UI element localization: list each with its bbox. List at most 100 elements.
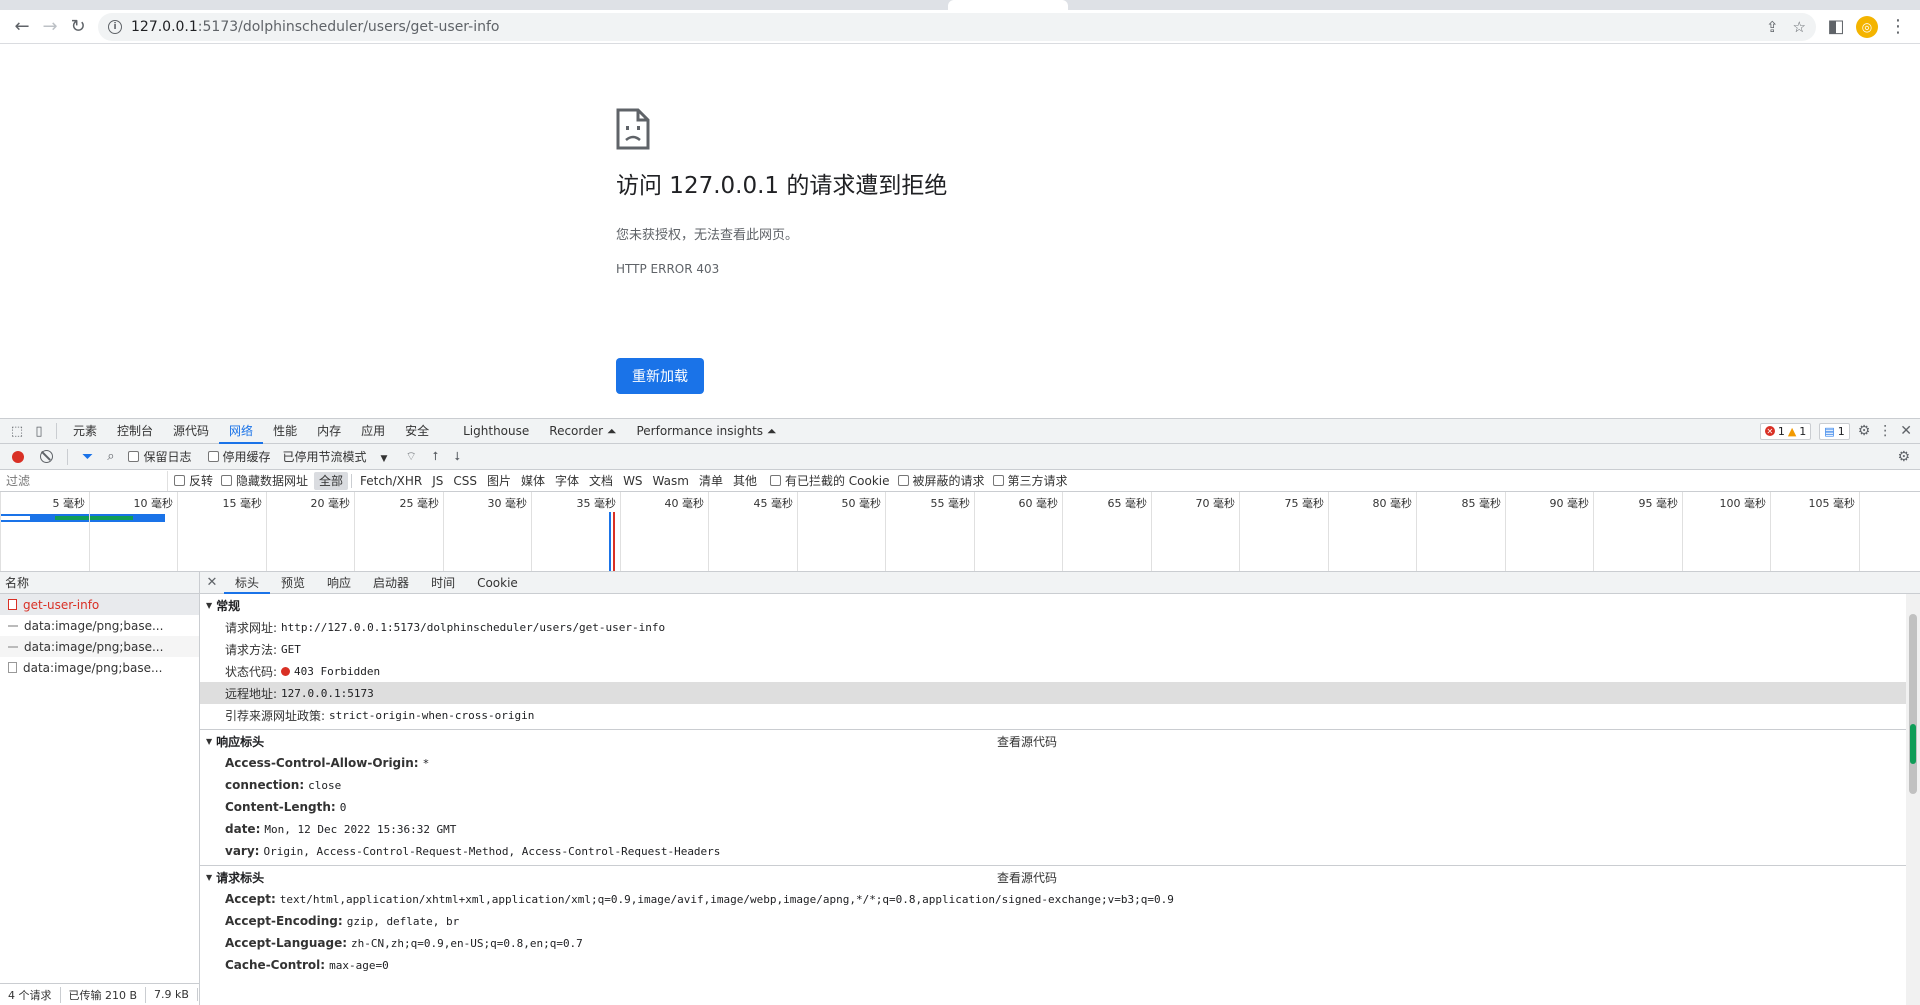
header-value: text/html,application/xhtml+xml,applicat…	[279, 892, 1174, 906]
error-code: HTTP ERROR 403	[616, 262, 720, 276]
record-icon[interactable]	[12, 450, 24, 463]
detail-tab[interactable]: 标头	[224, 572, 271, 594]
profile-avatar-icon[interactable]: ◎	[1856, 15, 1878, 38]
header-name: Accept:	[225, 892, 276, 906]
search-icon[interactable]: ⌕	[107, 449, 114, 464]
address-bar[interactable]: i 127.0.0.1:5173/dolphinscheduler/users/…	[98, 12, 1816, 41]
type-filter-button[interactable]: 清单	[694, 472, 728, 490]
reload-button[interactable]: 重新加载	[616, 358, 704, 394]
devtools-tab[interactable]: 控制台	[107, 419, 163, 444]
document-icon	[8, 599, 17, 610]
type-filter-button[interactable]: CSS	[448, 472, 482, 490]
devtools-menu-icon[interactable]: ⋮	[1878, 423, 1892, 439]
timeline-gridline	[1239, 492, 1240, 571]
type-filter-button[interactable]: Fetch/XHR	[355, 472, 427, 490]
type-filter-button[interactable]: 全部	[314, 471, 349, 490]
detail-tab[interactable]: Cookie	[466, 572, 529, 594]
active-tab[interactable]	[948, 0, 1068, 10]
devtools-tab[interactable]: Performance insights ⏶	[626, 419, 786, 444]
reload-icon[interactable]: ↻	[64, 13, 92, 41]
request-headers-section-header[interactable]: ▼ 请求标头 查看源代码	[200, 866, 1920, 888]
triangle-down-icon: ▼	[206, 600, 213, 610]
response-headers-section-header[interactable]: ▼ 响应标头 查看源代码	[200, 730, 1920, 752]
type-filter-button[interactable]: WS	[618, 472, 647, 490]
scrollbar-thumb[interactable]	[1909, 614, 1917, 794]
back-icon[interactable]: ←	[8, 13, 36, 41]
menu-kebab-icon[interactable]: ⋮	[1884, 13, 1912, 41]
network-timeline-overview[interactable]: 5 毫秒 10 毫秒 15 毫秒 20 毫秒 25 毫秒 30 毫秒 35 毫秒 40 毫秒 4…	[0, 492, 1920, 572]
type-filter-button[interactable]: JS	[427, 472, 448, 490]
issues-badge[interactable]: ✕ 1 ▲ 1	[1759, 422, 1812, 440]
triangle-down-icon: ▼	[206, 872, 213, 882]
share-icon[interactable]: ⇪	[1766, 18, 1779, 36]
request-row[interactable]: data:image/png;base...	[0, 615, 199, 636]
filter-input[interactable]	[0, 470, 168, 491]
inspect-element-icon[interactable]: ⬚	[6, 420, 28, 442]
type-filter-button[interactable]: 媒体	[516, 472, 550, 490]
devtools-tab[interactable]: 性能	[263, 419, 307, 444]
timeline-tick-label: 50 毫秒	[841, 497, 882, 510]
devtools-tab[interactable]: 网络	[219, 419, 264, 444]
type-filter-button[interactable]: 图片	[482, 472, 516, 490]
view-source-link[interactable]: 查看源代码	[997, 733, 1057, 750]
detail-tabbar: ✕ 标头 预览 响应 启动器 时间 Cookie	[200, 572, 1920, 594]
type-filter-button[interactable]: Wasm	[648, 472, 694, 490]
detail-tab[interactable]: 响应	[316, 572, 362, 594]
scroll-marker	[1910, 724, 1916, 764]
invert-checkbox[interactable]: 反转	[174, 472, 213, 489]
clear-icon[interactable]	[40, 450, 53, 463]
forward-icon[interactable]: →	[36, 13, 64, 41]
type-filter-button[interactable]: 字体	[550, 472, 584, 490]
general-section-header[interactable]: ▼ 常规	[200, 594, 1920, 616]
timeline-gridline	[89, 492, 90, 571]
network-conditions-icon[interactable]: ⌔	[405, 449, 416, 464]
close-detail-icon[interactable]: ✕	[200, 575, 224, 590]
hide-data-urls-checkbox[interactable]: 隐藏数据网址	[221, 472, 308, 489]
blocked-requests-checkbox[interactable]: 被屏蔽的请求	[897, 472, 985, 489]
detail-tab[interactable]: 启动器	[362, 572, 420, 594]
download-har-icon[interactable]: ⭣	[454, 449, 460, 464]
devtools-tab[interactable]: 应用	[351, 419, 395, 444]
settings-gear-icon[interactable]: ⚙	[1858, 423, 1871, 439]
request-row[interactable]: data:image/png;base...	[0, 657, 199, 678]
devtools-tab[interactable]: 安全	[395, 419, 439, 444]
devtools-tab[interactable]: Lighthouse	[453, 419, 539, 444]
header-row: date: Mon, 12 Dec 2022 15:36:32 GMT	[200, 818, 1920, 840]
network-settings-icon[interactable]: ⚙	[1897, 449, 1920, 465]
detail-tab[interactable]: 预览	[270, 572, 316, 594]
request-headers-list: Accept: text/html,application/xhtml+xml,a…	[200, 888, 1920, 976]
devtools-tab[interactable]: Recorder ⏶	[539, 419, 626, 444]
bookmark-star-icon[interactable]: ☆	[1793, 18, 1806, 36]
throttling-select[interactable]: 已停用节流模式 ▼	[283, 448, 388, 465]
devtools-panel: ⬚ ▯ 元素 控制台 源代码 网络 性能 内存 应用 安全 Lighthouse Recorder…	[0, 418, 1920, 1005]
side-panel-icon[interactable]: ◧	[1822, 13, 1850, 41]
name-column-header[interactable]: 名称	[0, 572, 199, 594]
filter-funnel-icon[interactable]: ⏷	[82, 449, 93, 465]
device-toolbar-icon[interactable]: ▯	[28, 420, 50, 442]
timeline-tick-label: 100 毫秒	[1719, 497, 1767, 510]
detail-tab[interactable]: 时间	[420, 572, 466, 594]
blocked-cookies-checkbox[interactable]: 有已拦截的 Cookie	[769, 472, 890, 489]
request-row[interactable]: get-user-info	[0, 594, 199, 615]
devtools-tab[interactable]: 内存	[307, 419, 351, 444]
request-name: data:image/png;base...	[23, 660, 163, 675]
third-party-checkbox[interactable]: 第三方请求	[992, 472, 1068, 489]
timeline-gridline	[885, 492, 886, 571]
view-source-link[interactable]: 查看源代码	[997, 869, 1057, 886]
type-filter-button[interactable]: 文档	[584, 472, 618, 490]
type-filter-button[interactable]: 其他	[728, 472, 762, 490]
request-row[interactable]: data:image/png;base...	[0, 636, 199, 657]
preserve-log-checkbox[interactable]: 保留日志	[128, 448, 192, 465]
close-devtools-icon[interactable]: ✕	[1900, 423, 1912, 439]
detail-scrollbar[interactable]	[1906, 594, 1920, 1005]
timeline-gridline	[1151, 492, 1152, 571]
site-info-icon[interactable]: i	[108, 19, 122, 34]
disable-cache-checkbox[interactable]: 停用缓存	[207, 448, 271, 465]
request-list: 名称 get-user-info data:image/png;base... …	[0, 572, 200, 1005]
timeline-gridline	[354, 492, 355, 571]
upload-har-icon[interactable]: ⭡	[433, 449, 439, 464]
messages-badge[interactable]: ▤ 1	[1819, 422, 1850, 440]
devtools-tab[interactable]: 元素	[63, 419, 107, 444]
timeline-gridline	[266, 492, 267, 571]
devtools-tab[interactable]: 源代码	[163, 419, 219, 444]
